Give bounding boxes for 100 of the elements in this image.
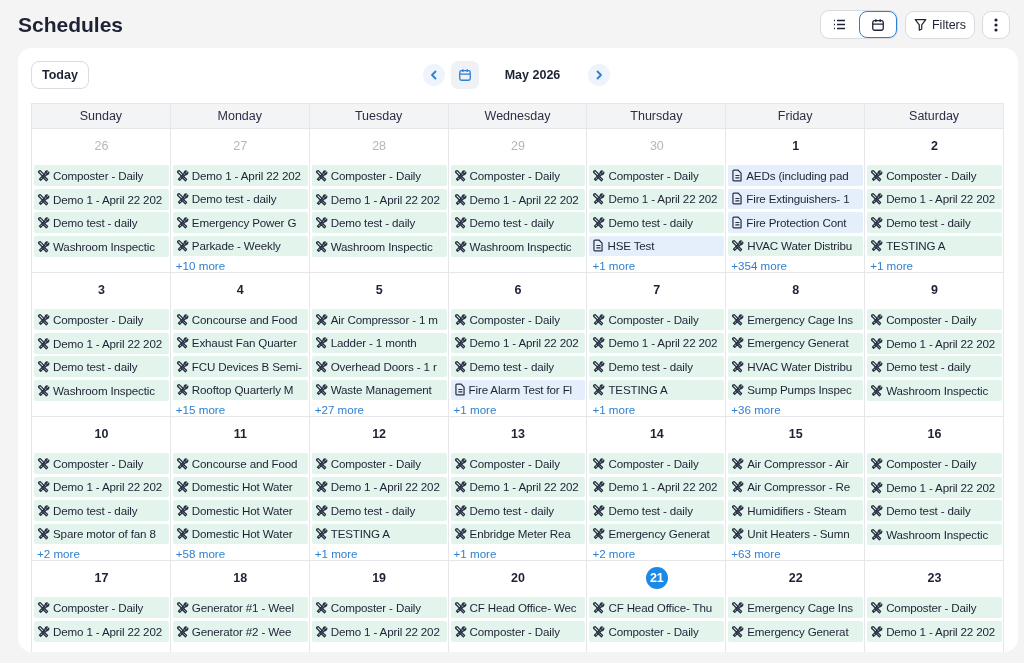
more-link[interactable]: +1 more [589, 403, 636, 416]
event-chip[interactable]: Fire Alarm Test for Fl [450, 379, 586, 401]
event-chip[interactable]: HVAC Water Distribu [728, 235, 864, 257]
more-link[interactable]: +63 more [728, 547, 781, 560]
event-chip[interactable]: Demo 1 - April 22 202 [589, 332, 725, 354]
event-chip[interactable]: Demo test - daily [867, 356, 1002, 378]
event-chip[interactable]: Domestic Hot Water [172, 523, 308, 545]
event-chip[interactable]: Composter - Daily [450, 309, 586, 330]
event-chip[interactable]: Fire Protection Cont [728, 212, 864, 233]
event-chip[interactable]: Demo 1 - April 22 202 [450, 188, 586, 210]
event-chip[interactable]: Overhead Doors - 1 r [311, 356, 447, 377]
event-chip[interactable]: Spare motor of fan 8 [34, 523, 169, 545]
event-chip[interactable]: Demo 1 - April 22 202 [311, 476, 447, 498]
event-chip[interactable]: Demo test - daily [450, 356, 586, 377]
event-chip[interactable]: Parkade - Weekly [172, 235, 308, 257]
more-link[interactable]: +10 more [172, 259, 226, 272]
more-link[interactable]: +1 more [589, 259, 636, 272]
event-chip[interactable]: Demo test - daily [34, 212, 169, 234]
event-chip[interactable]: Concourse and Food [172, 309, 308, 330]
event-chip[interactable]: Demo test - daily [311, 212, 447, 234]
event-chip[interactable]: Demo 1 - April 22 202 [450, 476, 586, 498]
event-chip[interactable]: Composter - Daily [34, 309, 169, 330]
event-chip[interactable]: Concourse and Food [172, 453, 308, 474]
event-chip[interactable]: Washroom Inspectic [450, 235, 586, 257]
more-link[interactable]: +2 more [589, 547, 636, 560]
previous-month-button[interactable] [422, 64, 445, 86]
event-chip[interactable]: Demo test - daily [867, 212, 1002, 233]
more-options-button[interactable] [982, 10, 1010, 39]
event-chip[interactable]: Enbridge Meter Rea [450, 523, 586, 545]
event-chip[interactable]: Demo 1 - April 22 202 [867, 332, 1002, 354]
event-chip[interactable]: Composter - Daily [867, 453, 1002, 474]
more-link[interactable]: +15 more [172, 403, 226, 416]
event-chip[interactable]: Demo test - daily [867, 500, 1002, 522]
event-chip[interactable]: Demo test - daily [589, 500, 725, 521]
event-chip[interactable]: Demo 1 - April 22 202 [589, 188, 725, 210]
event-chip[interactable]: Demo 1 - April 22 202 [311, 620, 447, 642]
event-chip[interactable]: Emergency Power G [172, 212, 308, 233]
event-chip[interactable]: Washroom Inspectic [867, 523, 1002, 545]
next-month-button[interactable] [588, 64, 611, 86]
event-chip[interactable]: Washroom Inspectic [34, 235, 169, 257]
event-chip[interactable]: Composter - Daily [34, 597, 169, 618]
event-chip[interactable]: Emergency Generat [728, 620, 864, 642]
event-chip[interactable]: Washroom Inspectic [867, 379, 1002, 401]
event-chip[interactable]: Domestic Hot Water [172, 500, 308, 521]
event-chip[interactable]: Composter - Daily [589, 309, 725, 330]
event-chip[interactable]: Demo test - daily [34, 356, 169, 378]
event-chip[interactable]: Emergency Cage Ins [728, 597, 864, 618]
event-chip[interactable]: Demo test - daily [589, 212, 725, 233]
event-chip[interactable]: CF Head Office- Thu [589, 597, 725, 618]
event-chip[interactable]: Demo test - daily [311, 500, 447, 521]
event-chip[interactable]: Emergency Generat [728, 332, 864, 354]
more-link[interactable]: +1 more [311, 547, 358, 560]
event-chip[interactable]: Demo 1 - April 22 202 [34, 620, 169, 642]
event-chip[interactable]: TESTING A [867, 235, 1002, 257]
event-chip[interactable]: HVAC Water Distribu [728, 356, 864, 377]
event-chip[interactable]: Composter - Daily [34, 165, 169, 186]
event-chip[interactable]: Fire Extinguishers- 1 [728, 188, 864, 210]
event-chip[interactable]: Demo test - daily [34, 500, 169, 521]
event-chip[interactable]: Sump Pumps Inspec [728, 379, 864, 401]
event-chip[interactable]: Composter - Daily [867, 165, 1002, 186]
event-chip[interactable]: TESTING A [589, 379, 725, 401]
event-chip[interactable]: Demo test - daily [450, 212, 586, 234]
more-link[interactable]: +1 more [450, 403, 497, 416]
event-chip[interactable]: Composter - Daily [311, 453, 447, 474]
event-chip[interactable]: CF Head Office- Wec [450, 597, 586, 618]
more-link[interactable]: +27 more [311, 403, 364, 416]
event-chip[interactable]: Composter - Daily [867, 597, 1002, 618]
event-chip[interactable]: Composter - Daily [589, 453, 725, 474]
event-chip[interactable]: Demo 1 - April 22 202 [172, 165, 308, 186]
event-chip[interactable]: TESTING A [311, 523, 447, 545]
event-chip[interactable]: Demo 1 - April 22 202 [867, 620, 1002, 642]
event-chip[interactable]: Air Compressor - Air [728, 453, 864, 474]
event-chip[interactable]: Humidifiers - Steam [728, 500, 864, 521]
event-chip[interactable]: Waste Management [311, 379, 447, 401]
event-chip[interactable]: Washroom Inspectic [34, 379, 169, 401]
today-button[interactable]: Today [31, 61, 89, 89]
event-chip[interactable]: Air Compressor - 1 m [311, 309, 447, 330]
event-chip[interactable]: Composter - Daily [589, 620, 725, 642]
event-chip[interactable]: Washroom Inspectic [311, 235, 447, 257]
event-chip[interactable]: Composter - Daily [311, 165, 447, 186]
calendar-view-button[interactable] [858, 11, 897, 38]
event-chip[interactable]: Demo 1 - April 22 202 [311, 188, 447, 210]
event-chip[interactable]: Demo 1 - April 22 202 [450, 332, 586, 354]
more-link[interactable]: +354 more [728, 259, 788, 272]
event-chip[interactable]: Demo 1 - April 22 202 [34, 332, 169, 354]
more-link[interactable]: +1 more [450, 547, 497, 560]
event-chip[interactable]: Emergency Generat [589, 523, 725, 545]
event-chip[interactable]: Composter - Daily [450, 165, 586, 186]
event-chip[interactable]: Emergency Cage Ins [728, 309, 864, 330]
event-chip[interactable]: Rooftop Quarterly M [172, 379, 308, 401]
event-chip[interactable]: Demo 1 - April 22 202 [867, 188, 1002, 210]
event-chip[interactable]: HSE Test [589, 235, 725, 257]
event-chip[interactable]: Composter - Daily [311, 597, 447, 618]
filters-button[interactable]: Filters [904, 10, 975, 39]
event-chip[interactable]: Air Compressor - Re [728, 476, 864, 498]
event-chip[interactable]: Demo test - daily [172, 188, 308, 210]
date-picker-button[interactable] [450, 61, 479, 89]
event-chip[interactable]: Composter - Daily [867, 309, 1002, 330]
event-chip[interactable]: Unit Heaters - Sumn [728, 523, 864, 545]
event-chip[interactable]: Exhaust Fan Quarter [172, 332, 308, 354]
